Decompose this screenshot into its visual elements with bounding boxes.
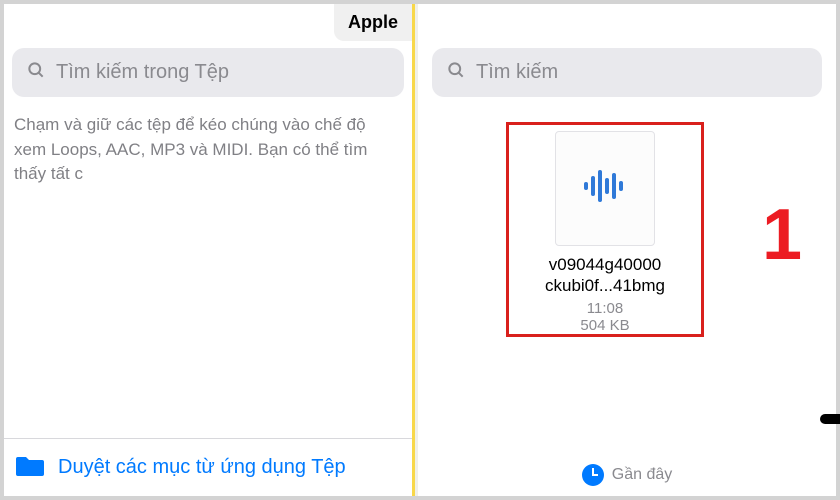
search-icon bbox=[446, 60, 466, 85]
file-name-line1: v09044g40000 bbox=[549, 254, 662, 275]
file-name-line2: ckubi0f...41bmg bbox=[545, 275, 665, 296]
search-placeholder: Tìm kiếm trong Tệp bbox=[56, 61, 229, 84]
search-icon bbox=[26, 60, 46, 85]
side-indicator bbox=[820, 414, 840, 424]
file-thumbnail bbox=[555, 131, 655, 246]
hint-text: Chạm và giữ các tệp để kéo chúng vào chế… bbox=[14, 113, 402, 187]
step-annotation: 1 bbox=[762, 194, 802, 276]
audio-waveform-icon bbox=[582, 166, 628, 211]
search-bar-right[interactable]: Tìm kiếm bbox=[432, 48, 822, 97]
file-time: 11:08 bbox=[587, 300, 623, 317]
file-item[interactable]: v09044g40000 ckubi0f...41bmg 11:08 504 K… bbox=[506, 122, 704, 337]
tab-label: Apple bbox=[348, 12, 398, 32]
folder-icon bbox=[16, 453, 44, 482]
browse-label: Duyệt các mục từ ứng dụng Tệp bbox=[58, 456, 346, 479]
search-bar-left[interactable]: Tìm kiếm trong Tệp bbox=[12, 48, 404, 97]
browse-files-row[interactable]: Duyệt các mục từ ứng dụng Tệp bbox=[4, 438, 412, 496]
left-pane: Apple Tìm kiếm trong Tệp Chạm và giữ các… bbox=[4, 4, 412, 496]
recent-label: Gần đây bbox=[612, 466, 672, 484]
file-size: 504 KB bbox=[580, 317, 629, 334]
right-pane: Tìm kiếm v09044g40000 ckubi0f...41bmg 1 bbox=[418, 4, 836, 496]
tab-apple[interactable]: Apple bbox=[334, 4, 412, 41]
search-placeholder: Tìm kiếm bbox=[476, 61, 558, 84]
clock-icon bbox=[582, 464, 604, 486]
recent-tab[interactable]: Gần đây bbox=[418, 464, 836, 486]
